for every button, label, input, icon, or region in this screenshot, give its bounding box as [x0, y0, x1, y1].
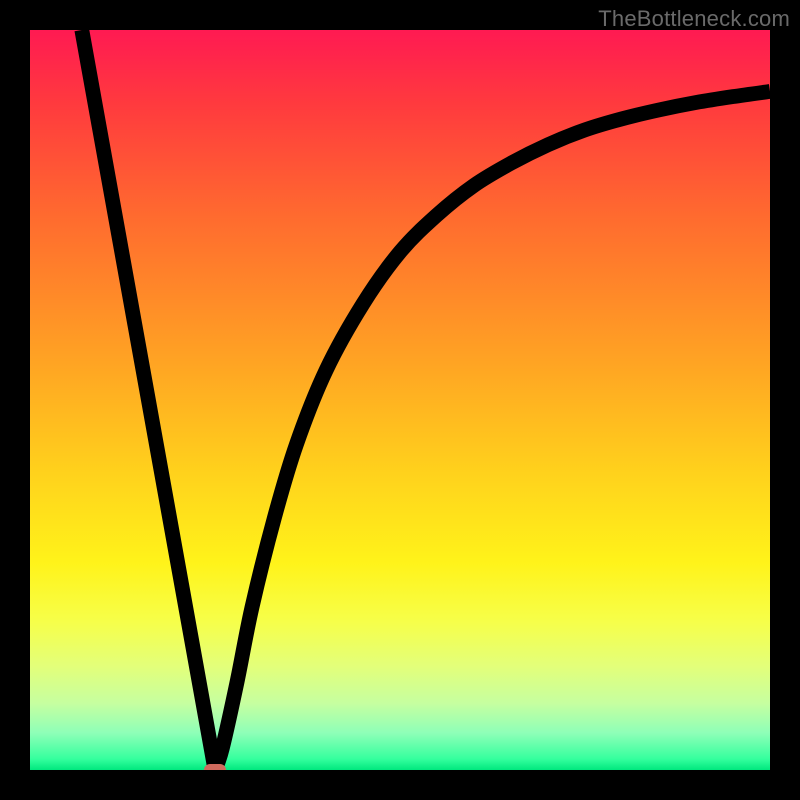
minimum-marker [204, 764, 226, 770]
watermark-text: TheBottleneck.com [598, 6, 790, 32]
curve-path [82, 30, 770, 770]
bottleneck-curve [30, 30, 770, 770]
plot-area [30, 30, 770, 770]
outer-frame: TheBottleneck.com [0, 0, 800, 800]
